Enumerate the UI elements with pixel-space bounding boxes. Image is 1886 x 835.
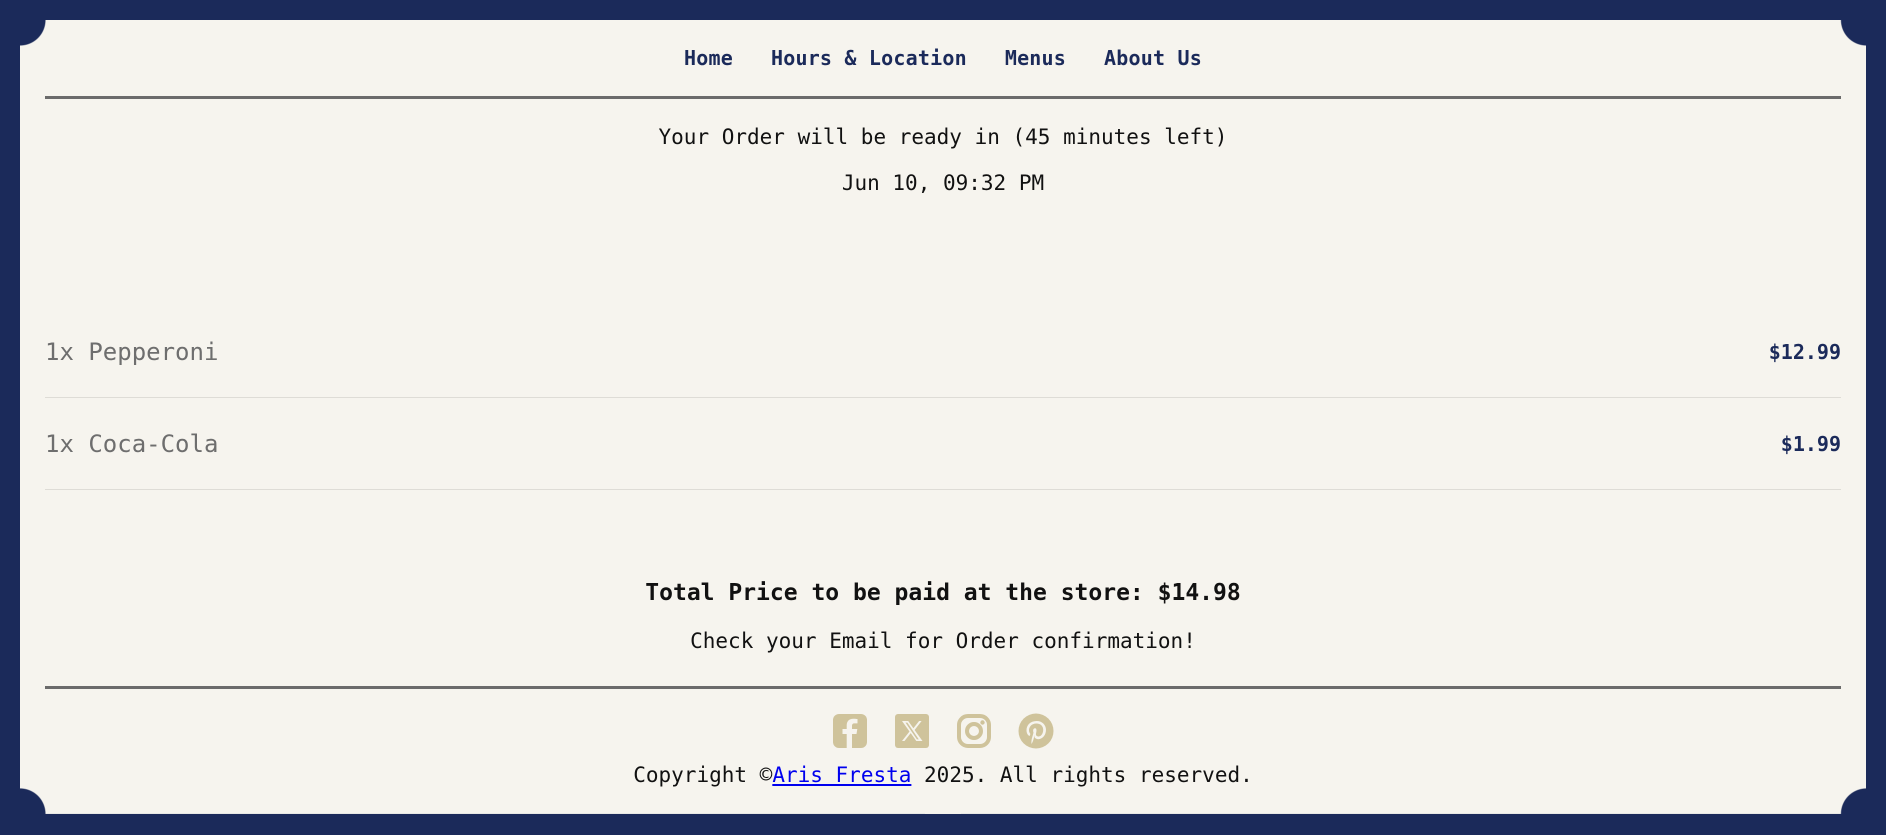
order-total: Total Price to be paid at the store: $14…: [645, 580, 1241, 606]
instagram-icon[interactable]: [956, 713, 992, 749]
list-item: 1x Pepperoni $12.99: [45, 306, 1841, 398]
facebook-icon[interactable]: [832, 713, 868, 749]
nav-hours-location[interactable]: Hours & Location: [771, 46, 967, 70]
footer-divider: [45, 686, 1841, 689]
author-link[interactable]: Aris Fresta: [772, 763, 911, 787]
page-content: Home Hours & Location Menus About Us You…: [45, 20, 1841, 814]
nav-home[interactable]: Home: [684, 46, 733, 70]
header-divider: [45, 96, 1841, 99]
nav-menus[interactable]: Menus: [1005, 46, 1066, 70]
copyright: Copyright ©Aris Fresta 2025. All rights …: [45, 763, 1841, 787]
item-name: 1x Pepperoni: [45, 337, 219, 366]
item-price: $1.99: [1780, 431, 1841, 456]
item-name: 1x Coca-Cola: [45, 429, 219, 458]
order-confirmation: Check your Email for Order confirmation!: [690, 629, 1196, 653]
social-links: [45, 713, 1841, 749]
order-datetime: Jun 10, 09:32 PM: [841, 171, 1045, 195]
order-status: Your Order will be ready in (45 minutes …: [658, 125, 1228, 149]
list-item: 1x Coca-Cola $1.99: [45, 398, 1841, 490]
main-nav: Home Hours & Location Menus About Us: [45, 46, 1841, 70]
copyright-suffix: 2025. All rights reserved.: [911, 763, 1253, 787]
x-icon[interactable]: [894, 713, 930, 749]
page-card: Home Hours & Location Menus About Us You…: [20, 20, 1866, 814]
pinterest-icon[interactable]: [1018, 713, 1054, 749]
item-price: $12.99: [1768, 339, 1841, 364]
copyright-prefix: Copyright ©: [633, 763, 773, 787]
nav-about-us[interactable]: About Us: [1104, 46, 1202, 70]
